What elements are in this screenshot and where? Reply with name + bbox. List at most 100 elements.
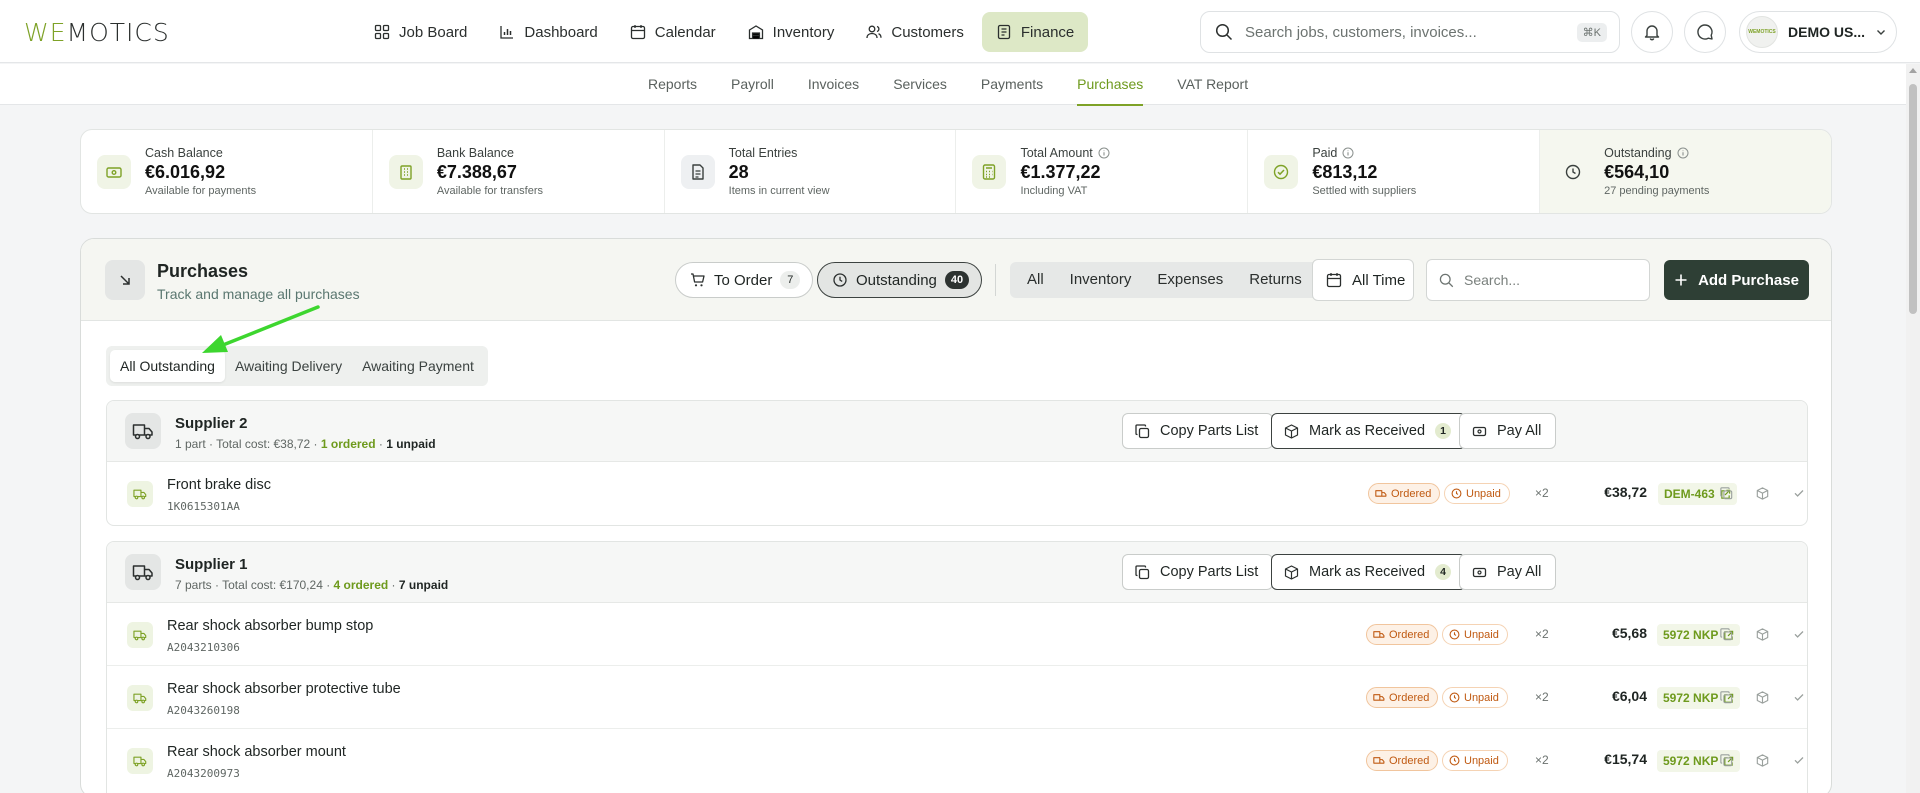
subtab-all-outstanding[interactable]: All Outstanding — [110, 350, 225, 382]
part-row[interactable]: Rear shock absorber protective tube A204… — [107, 666, 1807, 729]
warehouse-icon — [748, 24, 764, 40]
info-icon[interactable] — [1677, 147, 1689, 159]
copy-parts-list-button[interactable]: Copy Parts List — [1122, 554, 1274, 590]
type-all[interactable]: All — [1014, 265, 1057, 295]
subnav-invoices[interactable]: Invoices — [808, 64, 859, 105]
package-icon[interactable] — [1754, 626, 1770, 642]
copy-icon — [1135, 423, 1150, 439]
scroll-up-arrow[interactable] — [1909, 68, 1917, 73]
messages-button[interactable] — [1684, 11, 1726, 53]
nav-label: Inventory — [772, 23, 835, 41]
nav-label: Job Board — [399, 23, 468, 41]
time-filter-button[interactable]: All Time — [1312, 259, 1414, 301]
button-label: Copy Parts List — [1160, 423, 1259, 439]
package-icon[interactable] — [1754, 752, 1770, 768]
mark-as-received-button[interactable]: Mark as Received 1 — [1271, 413, 1467, 449]
package-icon[interactable] — [1754, 689, 1770, 705]
truck-icon — [1373, 630, 1385, 640]
badge-label: Unpaid — [1466, 487, 1501, 500]
finance-stats-bar: Cash Balance €6.016,92 Available for payme… — [80, 129, 1832, 214]
subnav-reports[interactable]: Reports — [648, 64, 697, 105]
shortcut-hint: ⌘K — [1576, 23, 1607, 42]
part-row[interactable]: Rear shock absorber mount A2043200973 Or… — [107, 729, 1807, 792]
subtab-awaiting-delivery[interactable]: Awaiting Delivery — [225, 350, 352, 382]
nav-finance[interactable]: Finance — [981, 12, 1089, 52]
supplier-group: Supplier 2 1 part · Total cost: €38,72 ·… — [106, 400, 1808, 526]
subnav-vat-report[interactable]: VAT Report — [1177, 64, 1248, 105]
filter-count: 7 — [780, 271, 801, 289]
stat-outstanding: Outstanding €564,10 27 pending payments — [1540, 130, 1831, 213]
scroll-thumb[interactable] — [1909, 84, 1917, 314]
pay-all-button[interactable]: Pay All — [1459, 554, 1557, 590]
copy-icon[interactable] — [1718, 626, 1734, 642]
copy-icon[interactable] — [1718, 752, 1734, 768]
check-icon[interactable] — [1791, 485, 1807, 501]
global-search-input[interactable]: Search jobs, customers, invoices... ⌘K — [1200, 11, 1620, 53]
nav-customers[interactable]: Customers — [852, 12, 978, 52]
clock-icon — [1449, 629, 1460, 640]
button-label: Mark as Received — [1309, 564, 1426, 580]
badge-label: Ordered — [1389, 754, 1430, 767]
bank-icon — [388, 154, 423, 189]
nav-dashboard[interactable]: Dashboard — [485, 12, 611, 52]
stat-sub: Items in current view — [728, 185, 830, 197]
wemotics-logo[interactable]: WEMOTICS — [24, 18, 170, 47]
badge-label: Unpaid — [1464, 754, 1499, 767]
subtab-awaiting-payment[interactable]: Awaiting Payment — [352, 350, 484, 382]
type-inventory[interactable]: Inventory — [1057, 265, 1145, 295]
info-icon[interactable] — [1342, 147, 1354, 159]
page-title: Purchases — [157, 261, 249, 281]
separator: · — [388, 578, 399, 592]
check-circle-icon — [1264, 154, 1299, 189]
info-icon[interactable] — [1098, 147, 1110, 159]
part-row[interactable]: Rear shock absorber bump stop A204321030… — [107, 603, 1807, 666]
stat-value: €564,10 — [1604, 162, 1670, 182]
truck-icon — [125, 554, 161, 590]
add-purchase-button[interactable]: Add Purchase — [1664, 260, 1809, 300]
quantity: ×2 — [1535, 753, 1549, 767]
part-name: Front brake disc — [167, 477, 271, 493]
check-icon[interactable] — [1791, 689, 1807, 705]
filter-to-order[interactable]: To Order 7 — [675, 262, 814, 298]
check-icon[interactable] — [1791, 752, 1807, 768]
stat-label: Outstanding — [1604, 146, 1672, 160]
subnav-payments[interactable]: Payments — [981, 64, 1043, 105]
check-icon[interactable] — [1791, 626, 1807, 642]
cash-icon — [1472, 565, 1487, 580]
cash-icon — [1472, 424, 1487, 439]
quantity: ×2 — [1535, 486, 1549, 500]
part-name: Rear shock absorber bump stop — [167, 618, 374, 634]
notifications-button[interactable] — [1631, 11, 1673, 53]
pay-all-button[interactable]: Pay All — [1459, 413, 1557, 449]
mark-as-received-button[interactable]: Mark as Received 4 — [1271, 554, 1467, 590]
nav-calendar[interactable]: Calendar — [616, 12, 730, 52]
price: €15,74 — [1604, 751, 1647, 767]
supplier-header: Supplier 1 7 parts · Total cost: €170,24… — [107, 542, 1807, 603]
reference-label: DEM-463 — [1664, 487, 1715, 501]
subnav-purchases[interactable]: Purchases — [1077, 64, 1144, 106]
stat-sub: 27 pending payments — [1604, 185, 1710, 197]
reference-label: 5972 NKP — [1663, 754, 1719, 768]
ordered-badge: Ordered — [1366, 624, 1439, 645]
supplier-group: Supplier 1 7 parts · Total cost: €170,24… — [106, 541, 1808, 793]
subnav-services[interactable]: Services — [893, 64, 947, 105]
page-scrollbar[interactable] — [1906, 64, 1920, 793]
part-code: A2043200973 — [167, 767, 240, 780]
plus-icon — [1674, 273, 1688, 287]
copy-icon[interactable] — [1718, 689, 1734, 705]
copy-parts-list-button[interactable]: Copy Parts List — [1122, 413, 1274, 449]
user-menu[interactable]: WEMOTICS DEMO US... — [1739, 11, 1897, 53]
type-expenses[interactable]: Expenses — [1144, 265, 1236, 295]
package-icon[interactable] — [1754, 485, 1770, 501]
separator: · — [375, 437, 387, 451]
copy-icon[interactable] — [1718, 485, 1734, 501]
filter-outstanding[interactable]: Outstanding 40 — [817, 262, 983, 298]
outstanding-subtabs: All Outstanding Awaiting Delivery Awaiti… — [106, 346, 488, 386]
subnav-payroll[interactable]: Payroll — [731, 64, 774, 105]
truck-icon — [127, 481, 153, 507]
purchases-search-input[interactable]: Search... — [1426, 259, 1650, 301]
nav-job-board[interactable]: Job Board — [360, 12, 481, 52]
nav-inventory[interactable]: Inventory — [734, 12, 849, 52]
part-row[interactable]: Front brake disc 1K0615301AA Ordered Unp… — [107, 462, 1807, 525]
type-returns[interactable]: Returns — [1236, 265, 1315, 295]
